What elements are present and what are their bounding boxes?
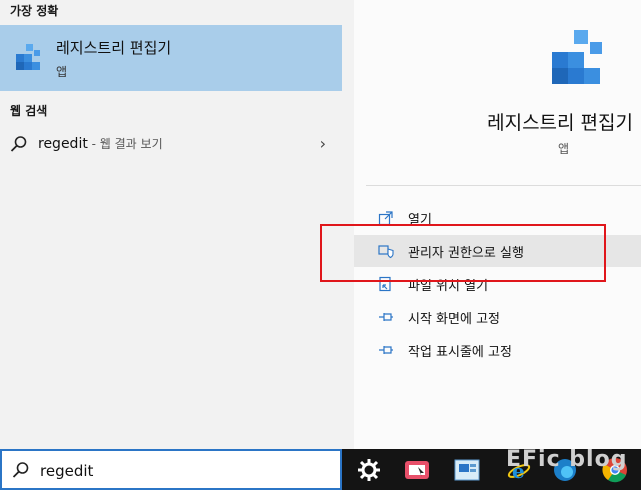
image-viewer-app-icon[interactable] <box>452 455 482 485</box>
preview-app-type: 앱 <box>558 142 570 156</box>
registry-editor-icon <box>16 44 40 70</box>
web-search-heading: 웹 검색 <box>10 104 48 118</box>
screen-capture-app-icon[interactable] <box>402 455 432 485</box>
taskbar-search-box[interactable] <box>0 449 342 490</box>
search-input[interactable] <box>38 459 322 483</box>
search-icon <box>12 462 29 478</box>
search-results-pane: 가장 정확 레지스트리 편집기 앱 웹 검색 regedit - 웹 결과 보기… <box>0 0 342 449</box>
action-label: 시작 화면에 고정 <box>408 312 500 327</box>
best-match-type: 앱 <box>56 65 68 79</box>
annotation-highlight-box <box>320 224 606 282</box>
registry-editor-large-icon <box>552 30 602 84</box>
action-pin-to-taskbar[interactable]: 작업 표시줄에 고정 <box>354 334 641 366</box>
search-icon <box>10 136 27 152</box>
web-result-text: regedit - 웹 결과 보기 <box>38 135 163 152</box>
blog-watermark: EFic blog <box>506 447 628 472</box>
web-result-query: regedit <box>38 136 88 152</box>
chevron-right-icon[interactable]: › <box>320 134 326 153</box>
best-match-heading: 가장 정확 <box>10 4 59 18</box>
action-label: 작업 표시줄에 고정 <box>408 345 512 360</box>
settings-gear-icon[interactable] <box>354 455 384 485</box>
action-pin-to-start[interactable]: 시작 화면에 고정 <box>354 301 641 333</box>
preview-app-name: 레지스트리 편집기 <box>487 112 633 134</box>
divider <box>366 185 641 186</box>
best-match-name: 레지스트리 편집기 <box>56 39 172 57</box>
pin-icon <box>379 313 393 321</box>
web-result-hint: - 웹 결과 보기 <box>87 137 163 151</box>
pin-icon <box>379 346 393 354</box>
best-match-result[interactable]: 레지스트리 편집기 앱 <box>0 25 342 91</box>
web-search-result[interactable]: regedit - 웹 결과 보기 › <box>0 130 342 160</box>
